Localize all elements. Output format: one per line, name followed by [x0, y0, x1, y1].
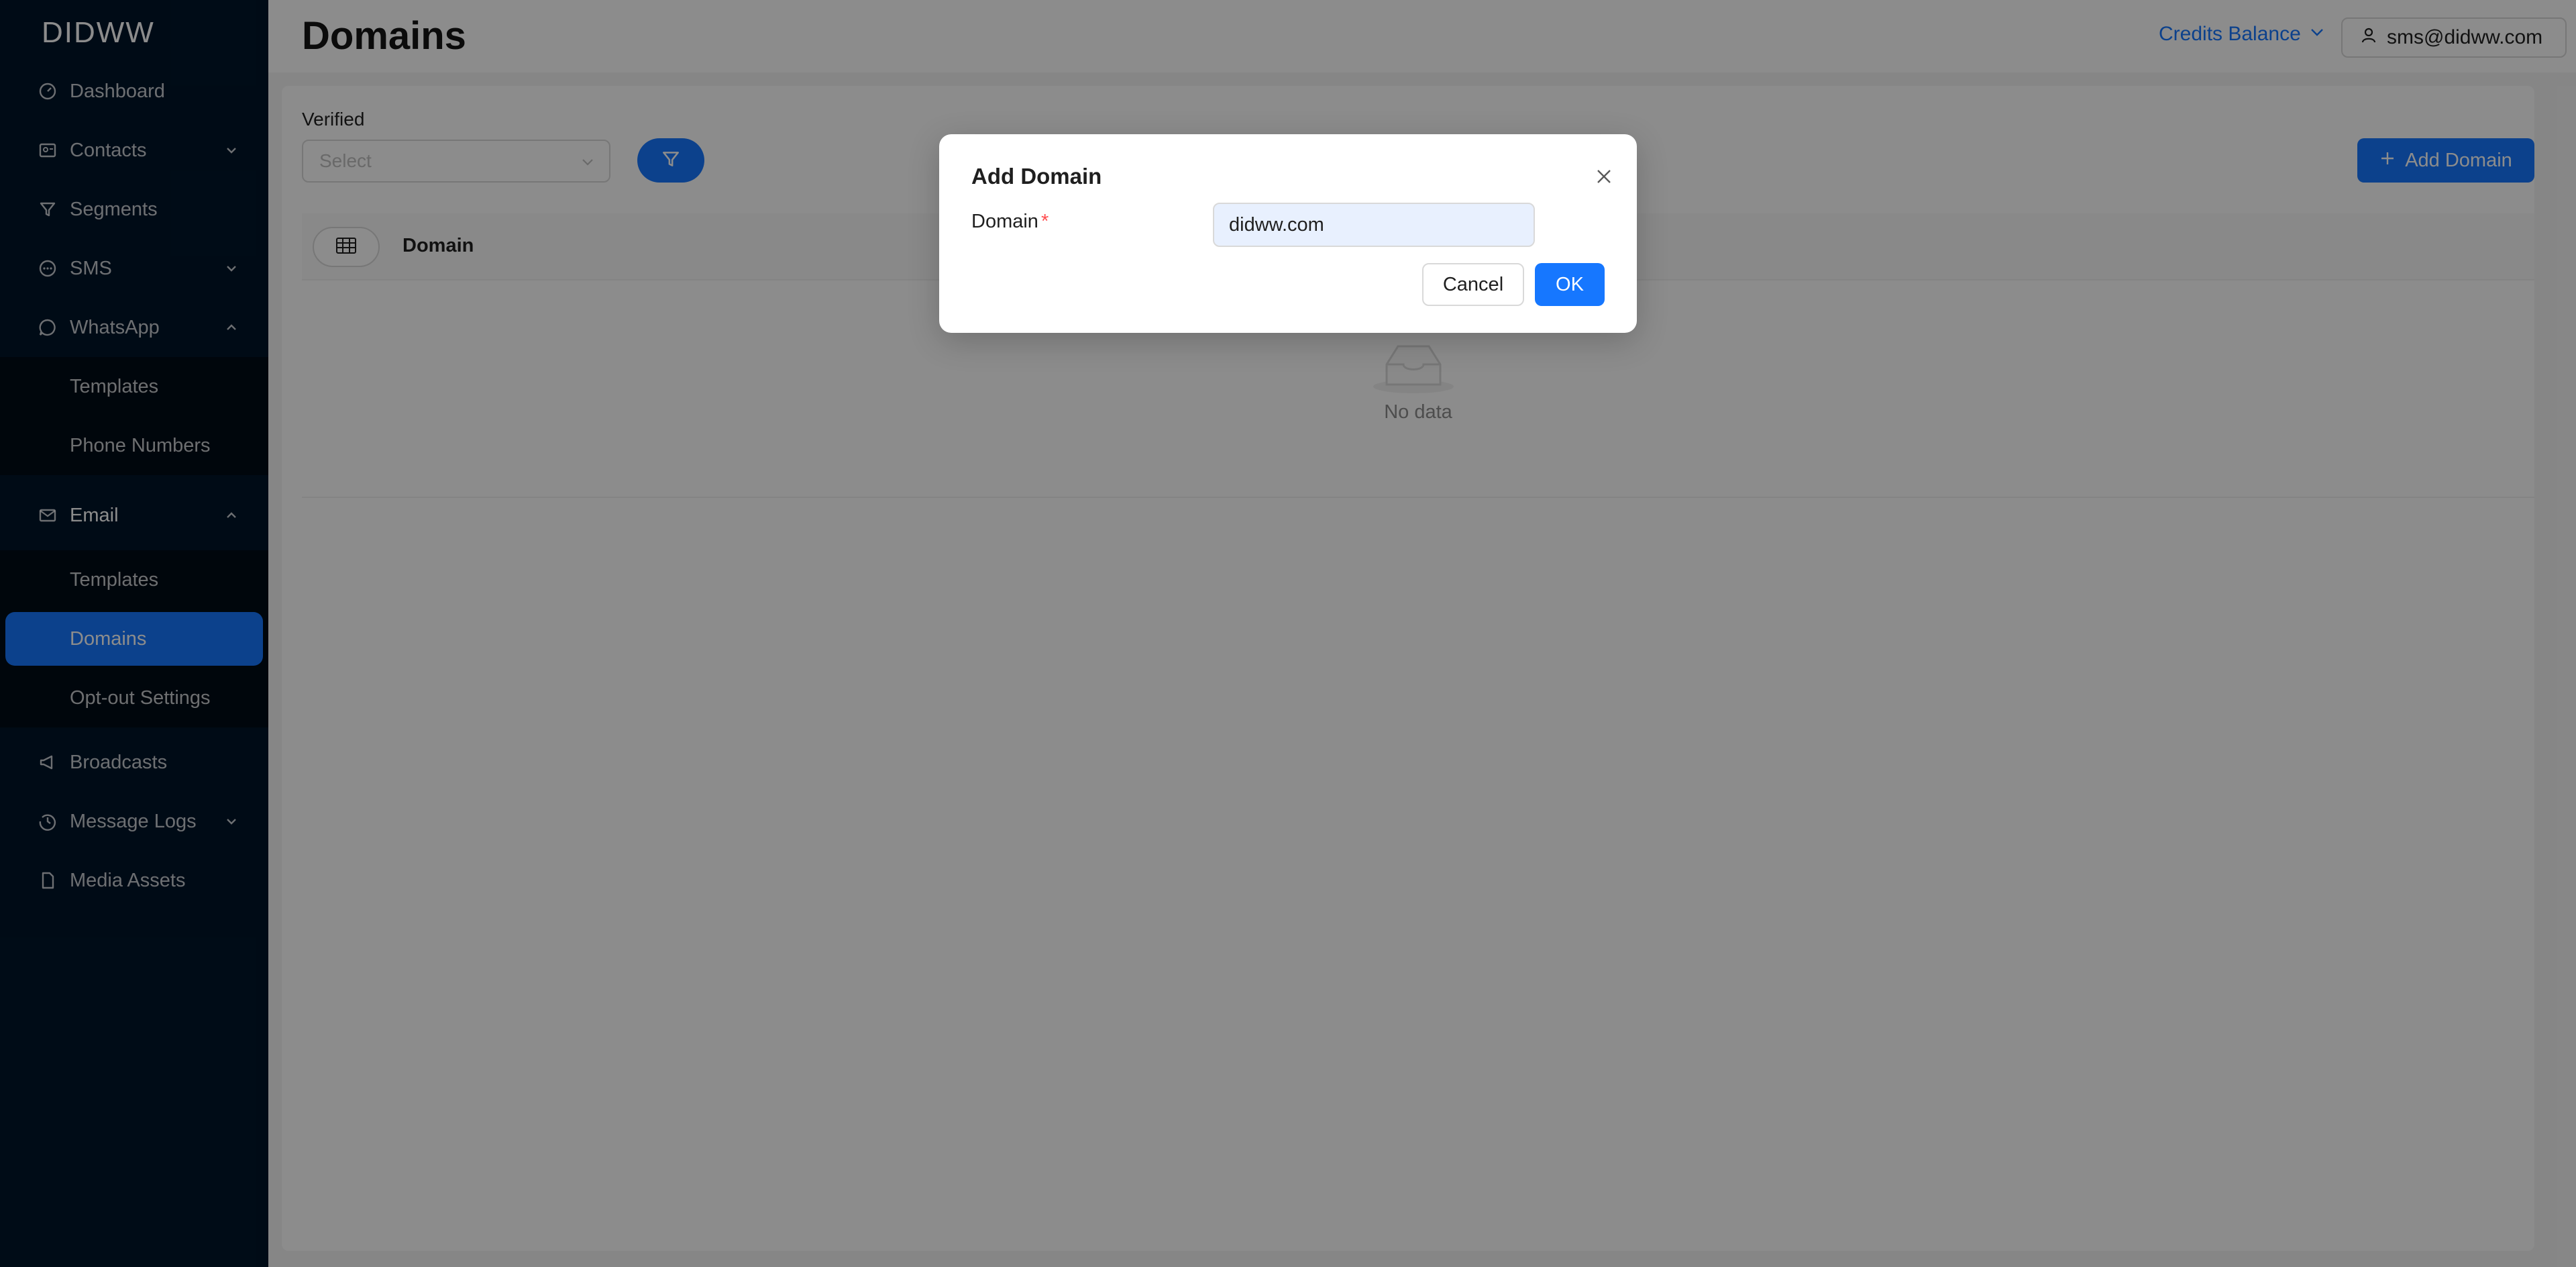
modal-title: Add Domain: [971, 164, 1102, 189]
close-icon[interactable]: [1587, 160, 1621, 193]
domain-label-text: Domain: [971, 211, 1038, 232]
add-domain-modal: Add Domain Domain* Cancel OK: [939, 134, 1637, 333]
domain-field-label: Domain *: [971, 211, 1049, 233]
cancel-button[interactable]: Cancel: [1422, 263, 1524, 306]
domain-input[interactable]: [1213, 203, 1535, 247]
required-marker: *: [1040, 211, 1049, 232]
ok-button[interactable]: OK: [1535, 263, 1605, 306]
